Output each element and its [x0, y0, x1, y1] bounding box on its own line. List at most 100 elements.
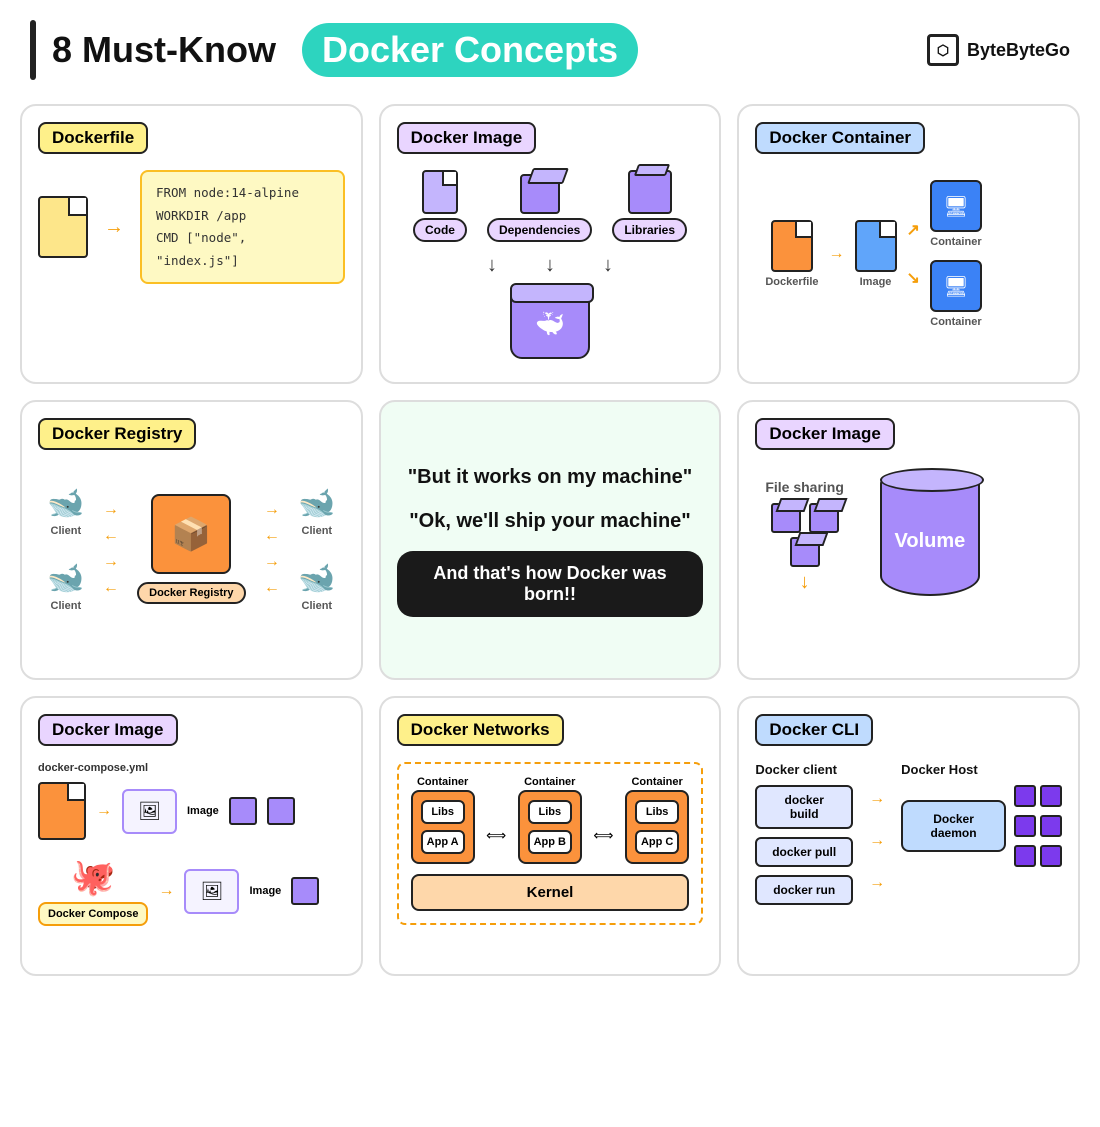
docker-networks-title: Docker Networks	[397, 714, 564, 746]
octopus-icon: 🐙	[71, 856, 116, 898]
code-line-1: FROM node:14-alpine	[156, 182, 329, 205]
client-label-1: Client	[51, 525, 82, 537]
file-sharing-label: File sharing	[765, 479, 844, 495]
right-whale-group: 🐋 Client 🐋 Client	[298, 486, 335, 612]
logo: ⬡ ByteByteGo	[927, 34, 1070, 66]
tiny-cube-6	[1040, 845, 1062, 867]
libs-c: Libs	[635, 800, 679, 824]
dockerfile-label: Dockerfile	[765, 276, 818, 288]
cubes-scatter-top	[771, 503, 839, 533]
app-a: App A	[421, 830, 465, 854]
libraries-label: Libraries	[612, 218, 687, 242]
dockerfile-title: Dockerfile	[38, 122, 148, 154]
cube-small-1	[229, 797, 257, 825]
mini-cube-1	[771, 503, 801, 533]
docker-host-label: Docker Host	[901, 762, 1062, 777]
deps-row: Code Dependencies Libraries	[413, 170, 687, 242]
container1-group: 🖥 Container	[930, 180, 982, 248]
dockerfile-content: → FROM node:14-alpine WORKDIR /app CMD […	[38, 170, 345, 284]
file-icon-orange	[771, 220, 813, 272]
registry-box: 📦	[151, 494, 231, 574]
whale-icon-1: 🐋	[47, 486, 84, 521]
app-b: App B	[528, 830, 572, 854]
cli-btn-build: docker build	[755, 785, 853, 829]
card-docker-container: Docker Container Dockerfile → Image ↗ ↘ …	[737, 104, 1080, 384]
docker-cli-title: Docker CLI	[755, 714, 873, 746]
registry-center: 📦 Docker Registry	[137, 494, 245, 604]
whale-icon-2: 🐋	[47, 561, 84, 596]
header-bar	[30, 20, 36, 80]
logo-icon: ⬡	[927, 34, 959, 66]
container1-label: Container	[930, 236, 981, 248]
arrow-right-icon: →	[104, 216, 124, 239]
container-a-group: Container Libs App A	[411, 776, 475, 864]
logo-text: ByteByteGo	[967, 40, 1070, 61]
container-b-group: Container Libs App B	[518, 776, 582, 864]
docker-host-section: Docker Host Docker daemon	[901, 762, 1062, 867]
docker-registry-title: Docker Registry	[38, 418, 196, 450]
app-c: App C	[635, 830, 679, 854]
registry-diagram: 🐋 Client 🐋 Client → ← → ← 📦 Do	[38, 466, 345, 632]
container-c-box: Libs App C	[625, 790, 689, 864]
libs-b: Libs	[528, 800, 572, 824]
whale-client-2: 🐋 Client	[47, 561, 84, 612]
docker-image-diagram: Code Dependencies Libraries ↓↓↓	[397, 170, 704, 359]
dep-libraries: Libraries	[612, 170, 687, 242]
compose-top-row: → 🖼 Image	[38, 782, 345, 840]
whale-emoji-barrel: 🐳	[535, 310, 565, 339]
cli-arrow-1: →	[869, 790, 885, 808]
container-a-box: Libs App A	[411, 790, 475, 864]
image-label: Image	[860, 276, 892, 288]
volume-cylinder: Volume	[880, 476, 980, 596]
left-whale-group: 🐋 Client 🐋 Client	[47, 486, 84, 612]
container2-group: 🖥 Container	[930, 260, 982, 328]
image-frame-1: 🖼	[122, 789, 177, 834]
header-title-highlight: Docker Concepts	[302, 23, 638, 77]
arrows-bc: ⟺	[593, 806, 613, 864]
mini-cubes-pair-3	[1014, 845, 1062, 867]
image-icon-2: 🖼	[201, 881, 224, 902]
code-label: Code	[413, 218, 467, 242]
file-icon-blue	[855, 220, 897, 272]
client-label-2: Client	[51, 600, 82, 612]
cube-small-3	[291, 877, 319, 905]
registry-box-icon: 📦	[171, 515, 211, 553]
tiny-cube-5	[1014, 845, 1036, 867]
dockerfile-icon-group: Dockerfile	[765, 220, 818, 288]
compose-orange-file	[38, 782, 86, 840]
docker-image-top-title: Docker Image	[397, 122, 537, 154]
image-icon-group: Image	[855, 220, 897, 288]
dep-code: Code	[413, 170, 467, 242]
quote-dark-text: And that's how Docker was born!!	[397, 551, 704, 617]
container-c-header: Container	[631, 776, 682, 788]
compose-bottom-group: 🐙 Docker Compose → 🖼 Image	[38, 856, 345, 926]
page-header: 8 Must-Know Docker Concepts ⬡ ByteByteGo	[20, 20, 1080, 80]
card-docker-registry: Docker Registry 🐋 Client 🐋 Client → ← → …	[20, 400, 363, 680]
card-docker-image-top: Docker Image Code Dependencies	[379, 104, 722, 384]
mini-cubes-section	[1014, 785, 1062, 867]
whale-client-3: 🐋 Client	[298, 486, 335, 537]
file-icon-yellow	[38, 196, 88, 258]
compose-arrow-2: →	[158, 882, 174, 900]
header-left: 8 Must-Know Docker Concepts	[30, 20, 638, 80]
card-docker-networks: Docker Networks Container Libs App A ⟺ C…	[379, 696, 722, 976]
arrow-down-to-volume: ↓	[800, 571, 810, 594]
whale-client-4: 🐋 Client	[298, 561, 335, 612]
mini-cubes-pair-1	[1014, 785, 1062, 807]
card-docker-image-volume: Docker Image File sharing ↓ Volume	[737, 400, 1080, 680]
arrow-1: →	[829, 245, 845, 263]
container2-label: Container	[930, 316, 981, 328]
docker-image-compose-title: Docker Image	[38, 714, 178, 746]
docker-container-title: Docker Container	[755, 122, 925, 154]
container-b-header: Container	[524, 776, 575, 788]
cli-btn-run: docker run	[755, 875, 853, 905]
tiny-cube-1	[1014, 785, 1036, 807]
cli-arrows: → → →	[869, 790, 885, 892]
dockerfile-code-block: FROM node:14-alpine WORKDIR /app CMD ["n…	[140, 170, 345, 284]
arrows-ab: ⟺	[486, 806, 506, 864]
docker-client-section: Docker client docker build docker pull d…	[755, 762, 853, 905]
volume-text: Volume	[895, 530, 966, 553]
card-docker-image-compose: Docker Image docker-compose.yml → 🖼 Imag…	[20, 696, 363, 976]
tiny-cube-4	[1040, 815, 1062, 837]
arrow-up: ↗	[907, 220, 920, 240]
